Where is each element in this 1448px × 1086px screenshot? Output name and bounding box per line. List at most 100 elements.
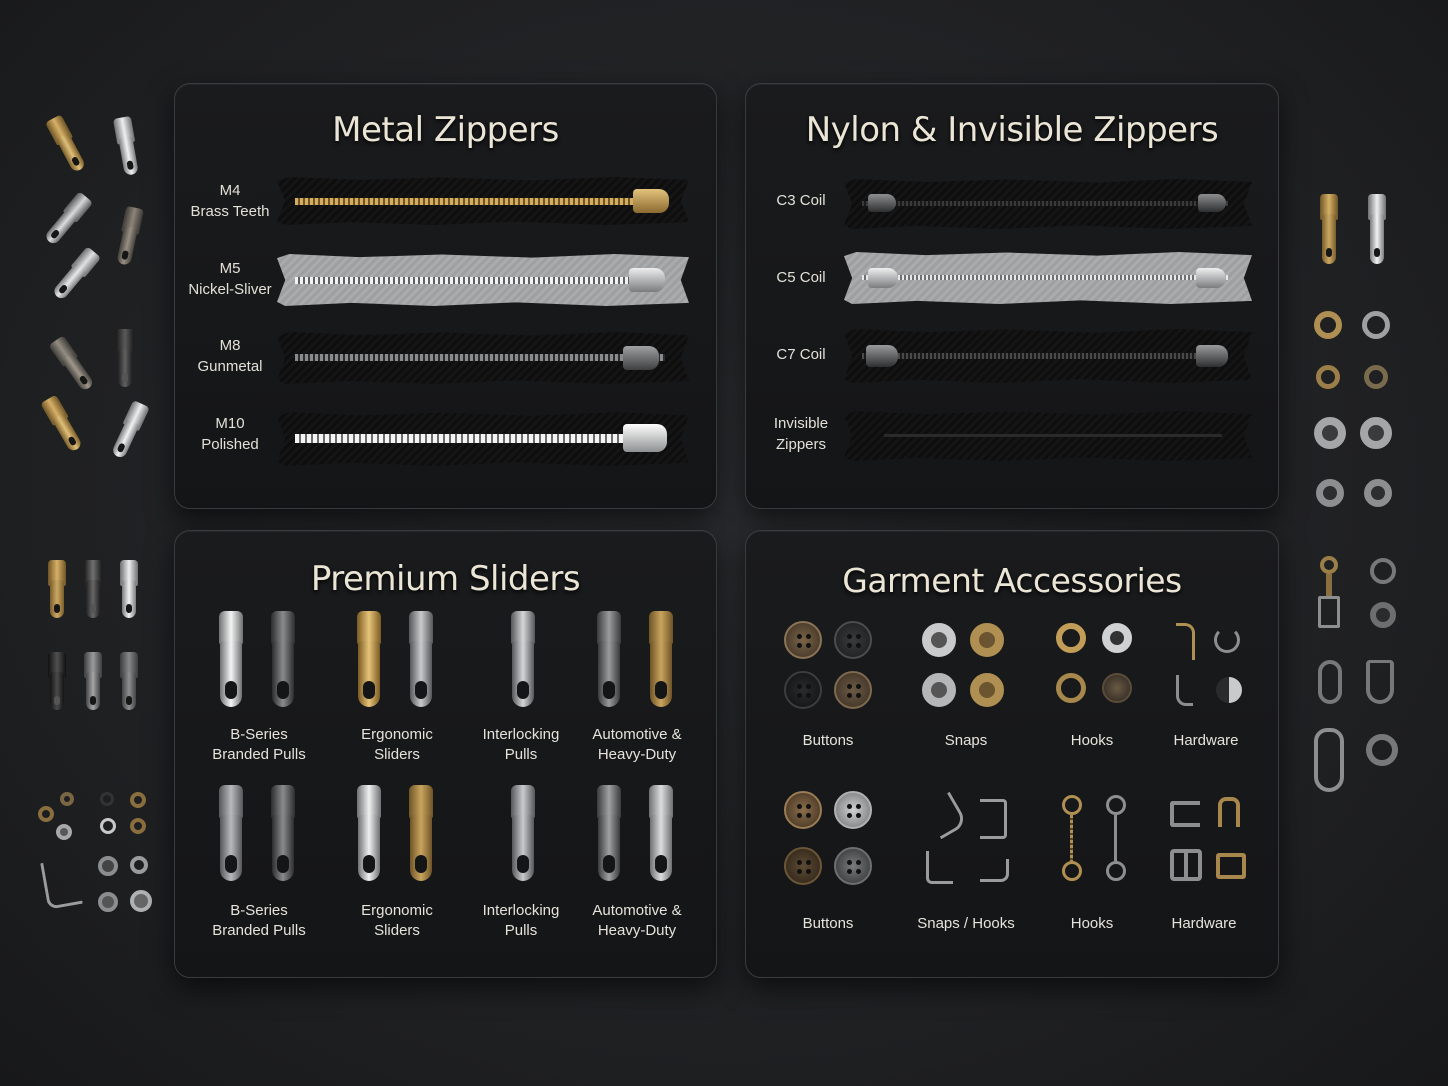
hook-icon <box>1176 675 1193 706</box>
slider-pull-icon <box>269 611 297 711</box>
eyelet-icon <box>1362 311 1390 339</box>
black-pull-icon <box>82 560 104 620</box>
zipper-coil <box>862 201 1228 206</box>
button-icon <box>784 847 822 885</box>
accessory-caption: Hardware <box>1171 915 1237 932</box>
snap-icon <box>130 890 152 912</box>
nickel-pull-icon <box>118 560 140 620</box>
left-zipper-pulls-decor <box>38 105 158 475</box>
caption-line1: B-Series <box>230 726 288 743</box>
gunmetal-pull-icon <box>47 334 99 396</box>
panel-title: Premium Sliders <box>310 559 581 599</box>
slider-caption: Automotive & Heavy-Duty <box>567 901 707 941</box>
caption-line2: Sliders <box>374 746 420 763</box>
snap-icon <box>1102 623 1132 653</box>
snap-icon <box>922 623 956 657</box>
label-size: M10 <box>215 415 245 432</box>
slider-pull-icon <box>217 611 245 711</box>
snap-icon <box>1370 602 1396 628</box>
nickel-pull-icon <box>1366 194 1388 264</box>
brass-pull-icon <box>1318 194 1340 264</box>
slider-pull-icon <box>595 785 623 885</box>
slider-pull-icon <box>595 611 623 711</box>
accessory-caption: Snaps <box>944 732 988 749</box>
label-finish: Nickel-Sliver <box>188 281 272 298</box>
slider-pull-icon <box>509 611 537 711</box>
hooks-group <box>1056 623 1146 713</box>
eyelet-icon <box>130 856 148 874</box>
buckle-icon <box>1216 853 1246 879</box>
zipper-slider-left-icon <box>868 194 896 212</box>
caption-line2: Branded Pulls <box>212 746 306 763</box>
snaps-hooks-group <box>922 791 1014 887</box>
panel-title: Nylon & Invisible Zippers <box>805 110 1219 150</box>
hook-eye-icon <box>1318 660 1342 704</box>
eyelet-icon <box>1316 365 1340 389</box>
row-label: M10 Polished <box>175 413 285 455</box>
eyelet-icon <box>100 792 114 806</box>
slide-buckle-icon <box>1170 801 1200 827</box>
eyelet-icon <box>100 818 116 834</box>
zipper-coil <box>884 434 1222 437</box>
zipper-teeth <box>295 277 665 284</box>
snap-icon <box>1314 417 1346 449</box>
snap-icon <box>98 856 118 876</box>
slider-caption: Ergonomic Sliders <box>327 901 467 941</box>
snap-icon <box>922 673 956 707</box>
snap-icon <box>1360 417 1392 449</box>
snap-icon <box>970 673 1004 707</box>
slider-caption: B-Series Branded Pulls <box>189 725 329 765</box>
snap-icon <box>970 623 1004 657</box>
label-finish: Gunmetal <box>197 358 263 375</box>
hooks-group <box>1060 795 1150 891</box>
label-finish: Polished <box>201 436 259 453</box>
eyelet-icon <box>1056 623 1086 653</box>
carabiner-icon <box>1314 728 1344 792</box>
row-label: C3 Coil <box>746 190 856 211</box>
zipper-invisible <box>844 411 1252 461</box>
slider-pull-icon <box>217 785 245 885</box>
hook-icon <box>40 857 83 910</box>
metal-zippers-panel: Metal Zippers M4 Brass Teeth M5 Nickel-S… <box>174 83 717 509</box>
caption-line2: Sliders <box>374 922 420 939</box>
zipper-slider-right-icon <box>1196 345 1228 367</box>
bracket-icon <box>980 799 1007 839</box>
zipper-slider-icon <box>633 189 669 213</box>
zipper-teeth <box>295 434 665 443</box>
zipper-teeth <box>295 354 665 361</box>
silver-pull-icon <box>39 190 94 250</box>
hook-icon <box>980 859 1009 882</box>
buttons-group <box>784 621 874 711</box>
zipper-m8-gunmetal <box>277 332 689 384</box>
brass-pull-icon <box>38 394 87 457</box>
slider-pull-icon <box>269 785 297 885</box>
hardware-group <box>1170 797 1260 887</box>
eyelet-icon <box>130 818 146 834</box>
zipper-c7-coil <box>844 329 1252 383</box>
snap-icon <box>1364 479 1392 507</box>
caption-line1: Automotive & <box>592 902 682 919</box>
hardware-group <box>1174 623 1264 713</box>
premium-sliders-panel: Premium Sliders B-Series Branded Pulls Erg… <box>174 530 717 978</box>
zipper-slider-icon <box>623 424 667 452</box>
eyelet-icon <box>1370 558 1396 584</box>
button-icon <box>834 847 872 885</box>
hook-icon <box>1176 623 1195 660</box>
black-pull-icon <box>46 652 68 712</box>
slider-pull-icon <box>355 611 383 711</box>
right-pulls-decor <box>1308 190 1408 280</box>
slider-pull-icon <box>407 611 435 711</box>
panel-title: Garment Accessories <box>842 561 1182 600</box>
brass-pull-icon <box>43 113 91 176</box>
zipper-teeth <box>295 198 665 205</box>
accessory-caption: Buttons <box>802 915 854 932</box>
label-line2: Zippers <box>775 436 827 453</box>
zipper-c3-coil <box>844 179 1252 229</box>
snaps-group <box>922 623 1012 713</box>
zipper-slider-icon <box>623 346 659 370</box>
gunmetal-pull-icon <box>82 652 104 712</box>
hook-icon <box>922 791 969 840</box>
right-hardware-decor <box>1308 552 1408 802</box>
zipper-slider-right-icon <box>1196 268 1226 288</box>
gunmetal-pull-icon <box>112 205 146 268</box>
